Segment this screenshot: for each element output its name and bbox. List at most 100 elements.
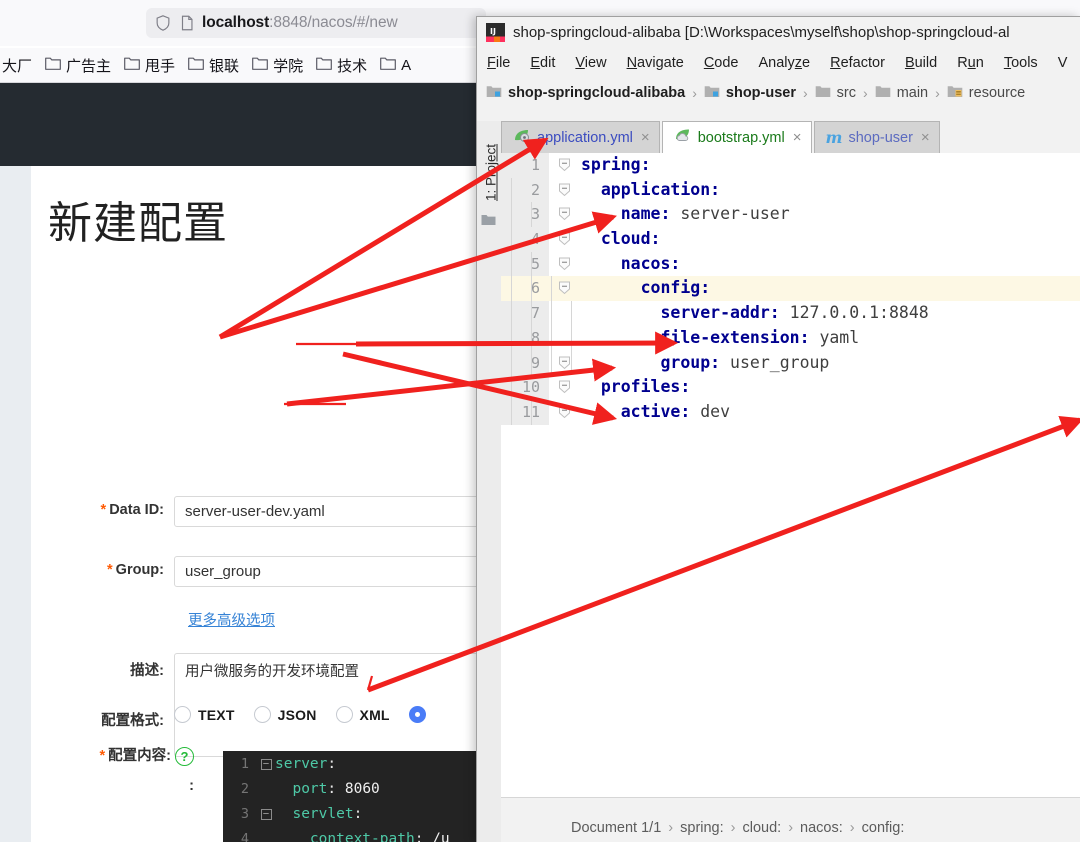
format-radio-json[interactable]: JSON — [254, 706, 317, 723]
fold-gutter[interactable] — [549, 276, 579, 301]
bookmark-label: 技术 — [337, 55, 367, 76]
fold-marker-icon — [558, 207, 571, 221]
editor-tab-bootstrap.yml[interactable]: bootstrap.yml× — [662, 121, 812, 153]
bookmark-item-6[interactable]: A — [380, 56, 411, 74]
format-radio-text[interactable]: TEXT — [174, 706, 235, 723]
format-label: 配置格式: — [48, 703, 174, 730]
folder-icon — [481, 213, 496, 231]
editor-tab-bar: application.yml×bootstrap.yml×mshop-user… — [501, 121, 1080, 153]
close-icon[interactable]: × — [641, 129, 650, 146]
data-id-input[interactable]: server-user-dev.yaml — [174, 496, 504, 527]
fold-gutter[interactable] — [549, 400, 579, 425]
breadcrumb-item-main[interactable]: main — [875, 84, 928, 102]
fold-gutter[interactable] — [549, 153, 579, 178]
fold-marker[interactable]: – — [257, 757, 275, 770]
field-row-group: *Group: user_group — [48, 556, 504, 587]
editor-line: 6 config: — [501, 276, 1080, 301]
yaml-spring-cloud-icon — [674, 128, 692, 148]
folder-icon — [45, 56, 66, 74]
menu-item-view[interactable]: View — [575, 55, 606, 71]
group-input[interactable]: user_group — [174, 556, 504, 587]
folder-icon — [815, 84, 831, 102]
bookmark-item-1[interactable]: 广告主 — [45, 55, 111, 76]
bookmark-label: 甩手 — [145, 55, 175, 76]
format-radio-yaml[interactable] — [409, 706, 433, 723]
line-number: 1 — [223, 756, 257, 772]
editor-tab-application.yml[interactable]: application.yml × — [501, 121, 660, 153]
menu-item-v[interactable]: V — [1058, 55, 1068, 71]
fold-marker-icon — [558, 405, 571, 419]
status-separator: › — [788, 820, 793, 836]
fold-marker-icon — [558, 257, 571, 271]
fold-gutter[interactable] — [549, 227, 579, 252]
idea-menu-bar: File Edit View Navigate Code Analyze Refactor B… — [477, 48, 1080, 78]
menu-item-build[interactable]: Build — [905, 55, 937, 71]
bookmark-item-0[interactable]: 大厂 — [2, 55, 32, 76]
editor-line: 8 file-extension: yaml — [501, 326, 1080, 351]
address-bar[interactable]: localhost:8848/nacos/#/new — [146, 8, 486, 38]
editor-code-text: spring: — [579, 153, 1080, 178]
code-text: server: — [275, 756, 336, 772]
fold-gutter[interactable] — [549, 375, 579, 400]
breadcrumb-item-resource[interactable]: resource — [947, 84, 1025, 102]
fold-gutter[interactable] — [549, 202, 579, 227]
editor-code-text: profiles: — [579, 375, 1080, 400]
menu-item-label: View — [575, 55, 606, 71]
menu-item-run[interactable]: Run — [957, 55, 984, 71]
menu-item-edit[interactable]: Edit — [530, 55, 555, 71]
content-label-text: 配置内容: — [108, 748, 171, 764]
bookmark-item-2[interactable]: 甩手 — [124, 55, 175, 76]
content-colon: : — [48, 766, 194, 794]
fold-marker-icon — [558, 356, 571, 370]
editor-line: 7 server-addr: 127.0.0.1:8848 — [501, 301, 1080, 326]
line-number: 10 — [501, 375, 549, 400]
fold-gutter[interactable] — [549, 178, 579, 203]
status-item: config: — [862, 820, 905, 836]
fold-marker-icon — [558, 380, 571, 394]
radio-label: TEXT — [198, 707, 235, 723]
fold-gutter[interactable] — [549, 301, 579, 326]
folder-icon — [875, 84, 891, 102]
fold-marker-icon — [558, 183, 571, 197]
menu-item-refactor[interactable]: Refactor — [830, 55, 885, 71]
editor-tab-shop-user[interactable]: mshop-user× — [814, 121, 940, 153]
bookmark-item-5[interactable]: 技术 — [316, 55, 367, 76]
fold-gutter[interactable] — [549, 326, 579, 351]
breadcrumb-item-shop-user[interactable]: shop-user — [704, 84, 796, 102]
status-item: Document 1/1 — [571, 820, 661, 836]
close-icon[interactable]: × — [793, 129, 802, 146]
module-icon — [486, 84, 502, 102]
menu-item-file[interactable]: File — [487, 55, 510, 71]
fold-gutter[interactable] — [549, 351, 579, 376]
close-icon[interactable]: × — [921, 129, 930, 146]
project-tool-window-label[interactable]: 1: Project — [484, 133, 499, 213]
menu-item-analyze[interactable]: Analyze — [759, 55, 811, 71]
project-tool-window-stripe[interactable]: 1: Project — [477, 121, 502, 842]
yaml-spring-icon — [513, 128, 531, 148]
menu-item-navigate[interactable]: Navigate — [627, 55, 684, 71]
menu-item-tools[interactable]: Tools — [1004, 55, 1038, 71]
editor-line: 4 cloud: — [501, 227, 1080, 252]
advanced-options-link[interactable]: 更多高级选项 — [188, 609, 275, 630]
format-radio-xml[interactable]: XML — [336, 706, 390, 723]
bookmark-item-3[interactable]: 银联 — [188, 55, 239, 76]
folder-icon — [252, 56, 273, 74]
page-icon — [178, 14, 196, 32]
breadcrumb-label: src — [837, 85, 856, 101]
editor-tab-label: application.yml — [537, 130, 633, 146]
breadcrumb-item-shop-springcloud-alibaba[interactable]: shop-springcloud-alibaba — [486, 84, 685, 102]
fold-marker[interactable]: – — [257, 807, 275, 820]
editor-line: 1spring: — [501, 153, 1080, 178]
editor-code-text: cloud: — [579, 227, 1080, 252]
editor-code-text: nacos: — [579, 252, 1080, 277]
fold-gutter[interactable] — [549, 252, 579, 277]
breadcrumb-item-src[interactable]: src — [815, 84, 856, 102]
content-label: *配置内容:? — [48, 738, 194, 766]
bookmark-item-4[interactable]: 学院 — [252, 55, 303, 76]
help-icon[interactable]: ? — [175, 747, 194, 766]
editor-line: 10 profiles: — [501, 375, 1080, 400]
folder-icon — [124, 56, 145, 74]
menu-item-code[interactable]: Code — [704, 55, 739, 71]
config-content-editor[interactable]: 1–server:2 port: 80603– servlet:4 contex… — [223, 751, 511, 842]
code-editor[interactable]: 1spring:2 application:3 name: server-use… — [501, 153, 1080, 798]
